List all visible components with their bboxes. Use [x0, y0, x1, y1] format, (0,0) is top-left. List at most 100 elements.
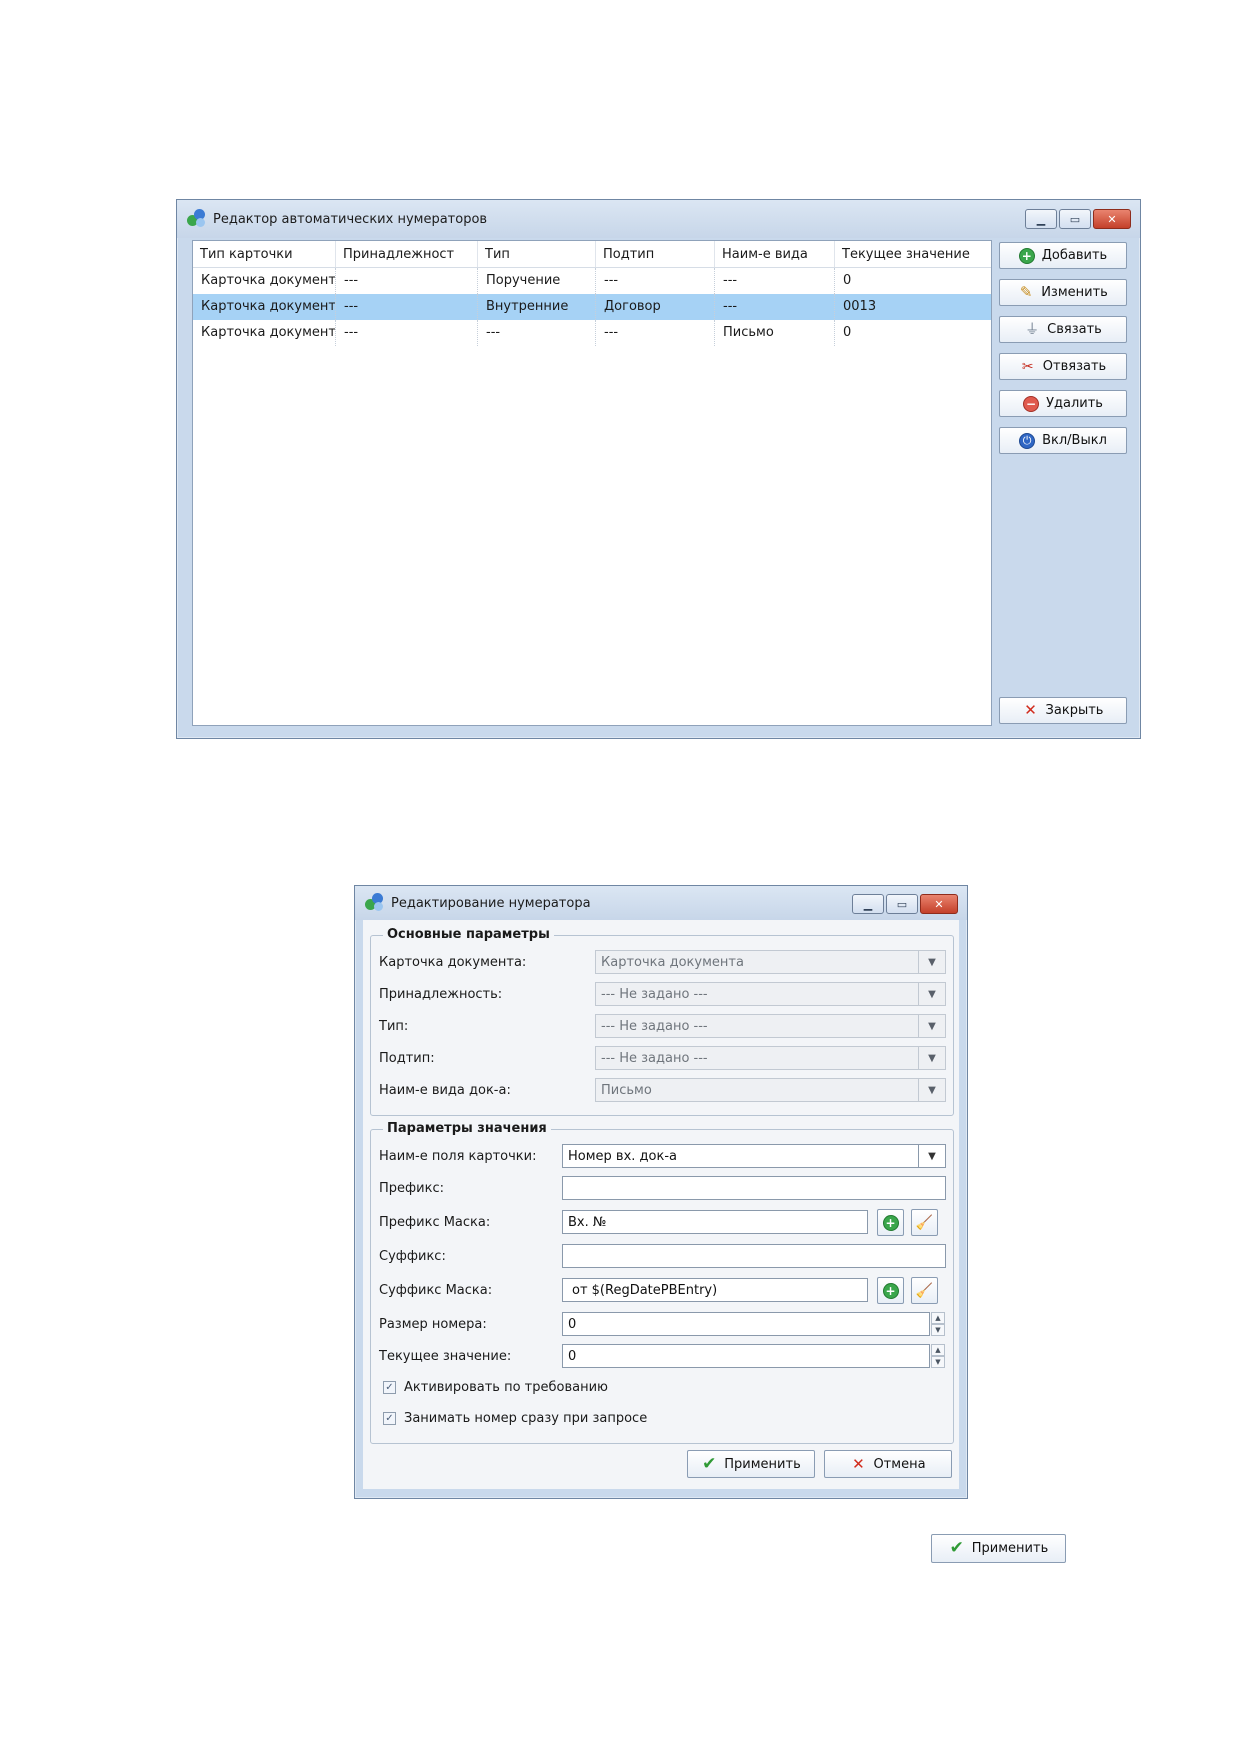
unlink-button[interactable]: ✂ Отвязать [999, 353, 1127, 380]
spin-up-icon[interactable]: ▲ [931, 1344, 945, 1356]
close-button[interactable]: ✕ Закрыть [999, 697, 1127, 724]
table-cell: Карточка документа [193, 294, 336, 320]
chevron-down-icon[interactable]: ▼ [918, 1145, 945, 1167]
add-button-label: Добавить [1041, 248, 1108, 263]
field-name-select[interactable]: Номер вх. док-а ▼ [562, 1144, 946, 1168]
editor-titlebar[interactable]: Редактор автоматических нумераторов ▁ ▭ … [177, 200, 1140, 238]
apply-button[interactable]: ✔ Применить [687, 1450, 815, 1478]
plug-icon: ⏚ [1025, 321, 1040, 338]
chevron-down-icon[interactable]: ▼ [918, 1047, 945, 1069]
table-cell: Договор [596, 294, 715, 320]
prefix-label: Префикс: [379, 1181, 444, 1196]
table-cell: --- [596, 320, 715, 346]
spin-down-icon[interactable]: ▼ [931, 1356, 945, 1368]
column-header[interactable]: Подтип [596, 241, 715, 267]
cancel-button-label: Отмена [873, 1456, 926, 1472]
table-row[interactable]: Карточка документа --- Поручение --- ---… [193, 268, 991, 294]
chevron-down-icon[interactable]: ▼ [918, 1079, 945, 1101]
current-value-input[interactable]: 0 [562, 1344, 930, 1368]
table-cell: Поручение [478, 268, 596, 294]
table-cell: --- [336, 268, 478, 294]
column-header[interactable]: Наим-е вида [715, 241, 835, 267]
numerator-titlebar[interactable]: Редактирование нумератора ▁ ▭ ✕ [355, 886, 967, 920]
numerators-table[interactable]: Тип карточки Принадлежност Тип Подтип На… [192, 240, 992, 726]
editor-title: Редактор автоматических нумераторов [213, 211, 488, 227]
type-select[interactable]: --- Не задано --- ▼ [595, 1014, 946, 1038]
app-icon [365, 893, 385, 913]
column-header[interactable]: Принадлежност [336, 241, 478, 267]
table-cell: --- [715, 294, 835, 320]
prefix-mask-add-button[interactable]: + [877, 1209, 904, 1236]
toggle-button[interactable]: ⏻ Вкл/Выкл [999, 427, 1127, 454]
edit-button[interactable]: ✎ Изменить [999, 279, 1127, 306]
add-icon: + [882, 1282, 899, 1299]
type-label: Тип: [379, 1019, 409, 1034]
table-cell: --- [715, 268, 835, 294]
delete-button[interactable]: − Удалить [999, 390, 1127, 417]
table-cell: Внутренние [478, 294, 596, 320]
number-size-spinner[interactable]: ▲ ▼ [931, 1312, 945, 1336]
field-name-value: Номер вх. док-а [568, 1148, 677, 1164]
checkbox-checked-icon[interactable]: ✓ [383, 1381, 396, 1394]
standalone-apply-button[interactable]: ✔ Применить [931, 1534, 1066, 1563]
reserve-number-checkbox[interactable]: ✓ Занимать номер сразу при запросе [383, 1411, 647, 1426]
table-cell: 0 [843, 273, 852, 288]
close-x-icon: ✕ [852, 1454, 865, 1473]
suffix-mask-clear-button[interactable]: 🧹 [911, 1277, 938, 1304]
add-icon: + [882, 1214, 899, 1231]
prefix-mask-label: Префикс Маска: [379, 1215, 491, 1230]
subtype-label: Подтип: [379, 1051, 435, 1066]
doc-kind-select[interactable]: Письмо ▼ [595, 1078, 946, 1102]
suffix-mask-add-button[interactable]: + [877, 1277, 904, 1304]
table-row-selected[interactable]: Карточка документа --- Внутренние Догово… [193, 294, 991, 320]
chevron-down-icon[interactable]: ▼ [918, 951, 945, 973]
activate-on-demand-checkbox[interactable]: ✓ Активировать по требованию [383, 1380, 608, 1395]
current-value-spinner[interactable]: ▲ ▼ [931, 1344, 945, 1368]
minimize-icon[interactable]: ▁ [852, 894, 884, 914]
broom-icon: 🧹 [915, 1282, 934, 1299]
chevron-down-icon[interactable]: ▼ [918, 983, 945, 1005]
prefix-mask-input[interactable]: Вх. № [562, 1210, 868, 1234]
pencil-icon: ✎ [1019, 283, 1033, 301]
checkbox-checked-icon[interactable]: ✓ [383, 1412, 396, 1425]
suffix-label: Суффикс: [379, 1249, 446, 1264]
number-size-input[interactable]: 0 [562, 1312, 930, 1336]
doc-card-select[interactable]: Карточка документа ▼ [595, 950, 946, 974]
doc-kind-label: Наим-е вида док-а: [379, 1083, 511, 1098]
spin-up-icon[interactable]: ▲ [931, 1312, 945, 1324]
ownership-select[interactable]: --- Не задано --- ▼ [595, 982, 946, 1006]
prefix-input[interactable] [562, 1176, 946, 1200]
column-header[interactable]: Тип [478, 241, 596, 267]
add-icon: + [1018, 247, 1035, 264]
table-row[interactable]: Карточка документа --- --- --- Письмо 0 [193, 320, 991, 346]
column-header[interactable]: Тип карточки [193, 241, 336, 267]
cancel-button[interactable]: ✕ Отмена [824, 1450, 952, 1478]
spin-down-icon[interactable]: ▼ [931, 1324, 945, 1336]
link-button-label: Связать [1047, 322, 1102, 337]
subtype-select[interactable]: --- Не задано --- ▼ [595, 1046, 946, 1070]
chevron-down-icon[interactable]: ▼ [918, 1015, 945, 1037]
suffix-input[interactable] [562, 1244, 946, 1268]
checkmark-icon: ✔ [702, 1453, 717, 1474]
maximize-icon[interactable]: ▭ [1059, 209, 1091, 229]
close-icon[interactable]: ✕ [1093, 209, 1131, 229]
minimize-icon[interactable]: ▁ [1025, 209, 1057, 229]
field-name-label: Наим-е поля карточки: [379, 1149, 537, 1164]
column-header[interactable]: Текущее значение [835, 241, 991, 267]
prefix-mask-clear-button[interactable]: 🧹 [911, 1209, 938, 1236]
ownership-value: --- Не задано --- [601, 986, 708, 1002]
add-button[interactable]: + Добавить [999, 242, 1127, 269]
close-button-label: Закрыть [1045, 703, 1104, 718]
maximize-icon[interactable]: ▭ [886, 894, 918, 914]
table-cell: --- [336, 294, 478, 320]
apply-button-label: Применить [724, 1456, 801, 1472]
numerators-editor-window: Редактор автоматических нумераторов ▁ ▭ … [176, 199, 1141, 739]
close-icon[interactable]: ✕ [920, 894, 958, 914]
suffix-mask-input[interactable]: от $(RegDatePBEntry) [562, 1278, 868, 1302]
close-x-icon: ✕ [1024, 701, 1037, 719]
doc-card-value: Карточка документа [601, 954, 744, 970]
table-cell: 0013 [843, 299, 877, 314]
link-button[interactable]: ⏚ Связать [999, 316, 1127, 343]
ownership-label: Принадлежность: [379, 987, 503, 1002]
value-params-group: Параметры значения Наим-е поля карточки:… [370, 1121, 954, 1444]
